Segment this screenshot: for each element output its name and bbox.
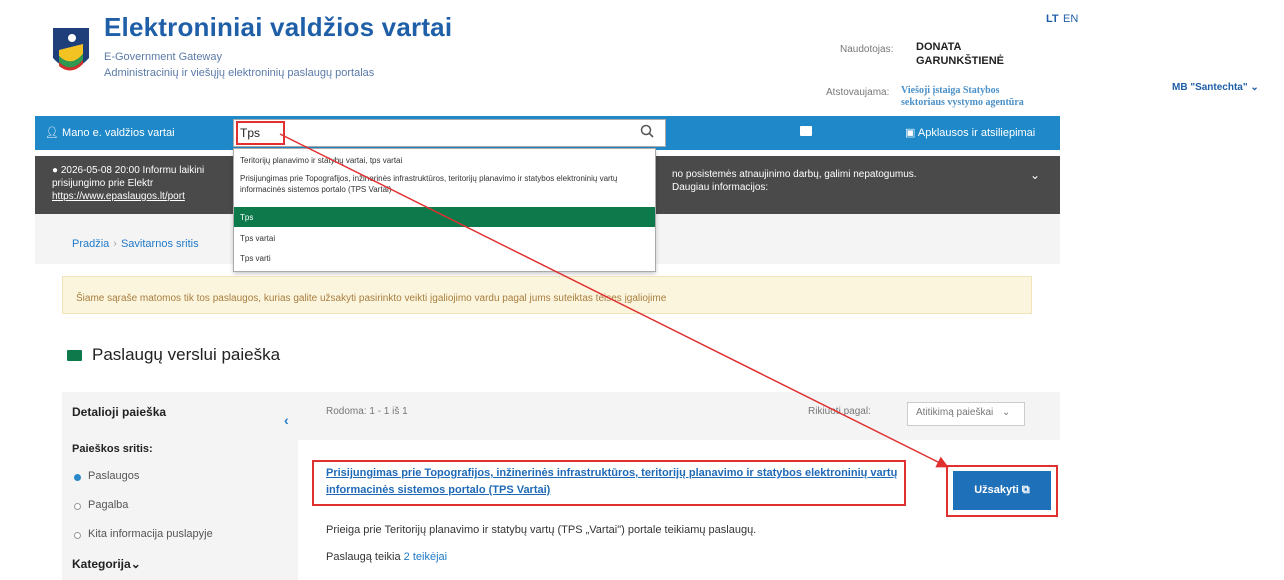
external-link-icon: ⧉: [1021, 484, 1030, 496]
suggestion-item[interactable]: Prisijungimas prie Topografijos, inžiner…: [240, 173, 650, 195]
radio-services[interactable]: [74, 474, 81, 481]
provider-link[interactable]: 2 teikėjai: [404, 551, 447, 563]
user-icon: 👤︎: [45, 127, 59, 139]
representative-name: Viešoji įstaiga Statybos sektoriaus vyst…: [901, 85, 1024, 108]
radio-other-label[interactable]: Kita informacija puslapyje: [88, 528, 213, 540]
category-toggle[interactable]: Kategorija⌄: [72, 557, 141, 571]
filter-panel: [62, 392, 298, 580]
suggestion-item[interactable]: Teritorijų planavimo ir statybų vartai, …: [240, 155, 650, 166]
filter-heading: Detalioji paieška: [72, 405, 167, 419]
info-icon: ●: [52, 165, 59, 176]
radio-other[interactable]: [74, 532, 81, 539]
sort-select-value[interactable]: Atitikimą paieškai ⌄: [916, 407, 1010, 418]
site-description: Administracinių ir viešųjų elektroninių …: [104, 67, 375, 79]
search-area-label: Paieškos sritis:: [72, 443, 153, 455]
search-input[interactable]: [233, 119, 666, 147]
company-switcher[interactable]: MB "Santechta" ⌄: [1172, 82, 1259, 93]
lang-lt-link[interactable]: LT: [1046, 13, 1059, 25]
result-title-link[interactable]: Prisijungimas prie Topografijos, inžiner…: [326, 465, 912, 499]
site-title[interactable]: Elektroniniai valdžios vartai: [104, 12, 452, 43]
chevron-down-icon: ⌄: [130, 557, 141, 571]
search-highlight-box: [236, 121, 285, 145]
radio-help[interactable]: [74, 503, 81, 510]
chevron-down-icon: ⌄: [1002, 407, 1011, 418]
lang-en-link[interactable]: EN: [1063, 13, 1078, 25]
result-description: Prieiga prie Teritorijų planavimo ir sta…: [326, 524, 757, 536]
nav-home-link[interactable]: 👤︎ Mano e. valdžios vartai: [45, 126, 175, 139]
collapse-left-icon[interactable]: ‹: [284, 412, 289, 428]
banner-text-left: ● 2026-05-08 20:00 Informu laikini prisi…: [52, 164, 232, 203]
category-label: Kategorija: [72, 557, 131, 571]
site-subtitle: E-Government Gateway: [104, 51, 222, 63]
search-suggestions: Teritorijų planavimo ir statybų vartai, …: [233, 148, 656, 272]
site-logo: [53, 28, 89, 71]
permissions-notice-text: Šiame sąraše matomos tik tos paslaugos, …: [76, 293, 667, 304]
result-provider: Paslaugą teikia 2 teikėjai: [326, 551, 447, 563]
mail-icon[interactable]: [800, 126, 812, 136]
results-count: Rodoma: 1 - 1 iš 1: [326, 406, 408, 417]
order-button[interactable]: Užsakyti ⧉: [953, 471, 1051, 510]
user-name: DONATA GARUNKŠTIENĖ: [916, 41, 1005, 67]
feedback-link[interactable]: ▣ Apklausos ir atsiliepimai: [905, 126, 1035, 139]
chevron-down-icon[interactable]: ⌄: [1030, 168, 1040, 182]
order-button-label: Užsakyti: [974, 484, 1019, 496]
briefcase-icon: [67, 350, 82, 361]
nav-home-label: Mano e. valdžios vartai: [62, 127, 175, 139]
banner-text-right: no posistemės atnaujinimo darbų, galimi …: [672, 169, 917, 193]
suggestion-item-selected[interactable]: Tps: [240, 212, 650, 223]
banner-link[interactable]: https://www.epaslaugos.lt/port: [52, 191, 185, 202]
breadcrumb-home[interactable]: Pradžia: [72, 238, 109, 250]
chevron-down-icon: ⌄: [1250, 82, 1259, 93]
suggestion-item[interactable]: Tps vartai: [240, 233, 650, 244]
breadcrumb: Pradžia › Savitarnos sritis: [72, 238, 199, 250]
user-label: Naudotojas:: [840, 44, 894, 55]
sort-label: Rikiuoti pagal:: [808, 406, 871, 417]
breadcrumb-separator: ›: [113, 238, 117, 250]
search-icon[interactable]: [640, 124, 658, 142]
feedback-label: Apklausos ir atsiliepimai: [917, 127, 1036, 139]
representative-label: Atstovaujama:: [826, 87, 890, 98]
page-title: Paslaugų verslui paieška: [92, 345, 281, 364]
radio-help-label[interactable]: Pagalba: [88, 499, 128, 511]
provider-prefix: Paslaugą teikia: [326, 551, 401, 563]
company-name: MB "Santechta": [1172, 82, 1248, 93]
radio-services-label[interactable]: Paslaugos: [88, 470, 139, 482]
suggestion-item[interactable]: Tps varti: [240, 253, 650, 264]
banner-message: 2026-05-08 20:00 Informu laikini prisiju…: [52, 165, 205, 189]
sort-value: Atitikimą paieškai: [916, 407, 994, 418]
survey-icon: ▣: [905, 127, 916, 139]
breadcrumb-section[interactable]: Savitarnos sritis: [121, 238, 199, 250]
